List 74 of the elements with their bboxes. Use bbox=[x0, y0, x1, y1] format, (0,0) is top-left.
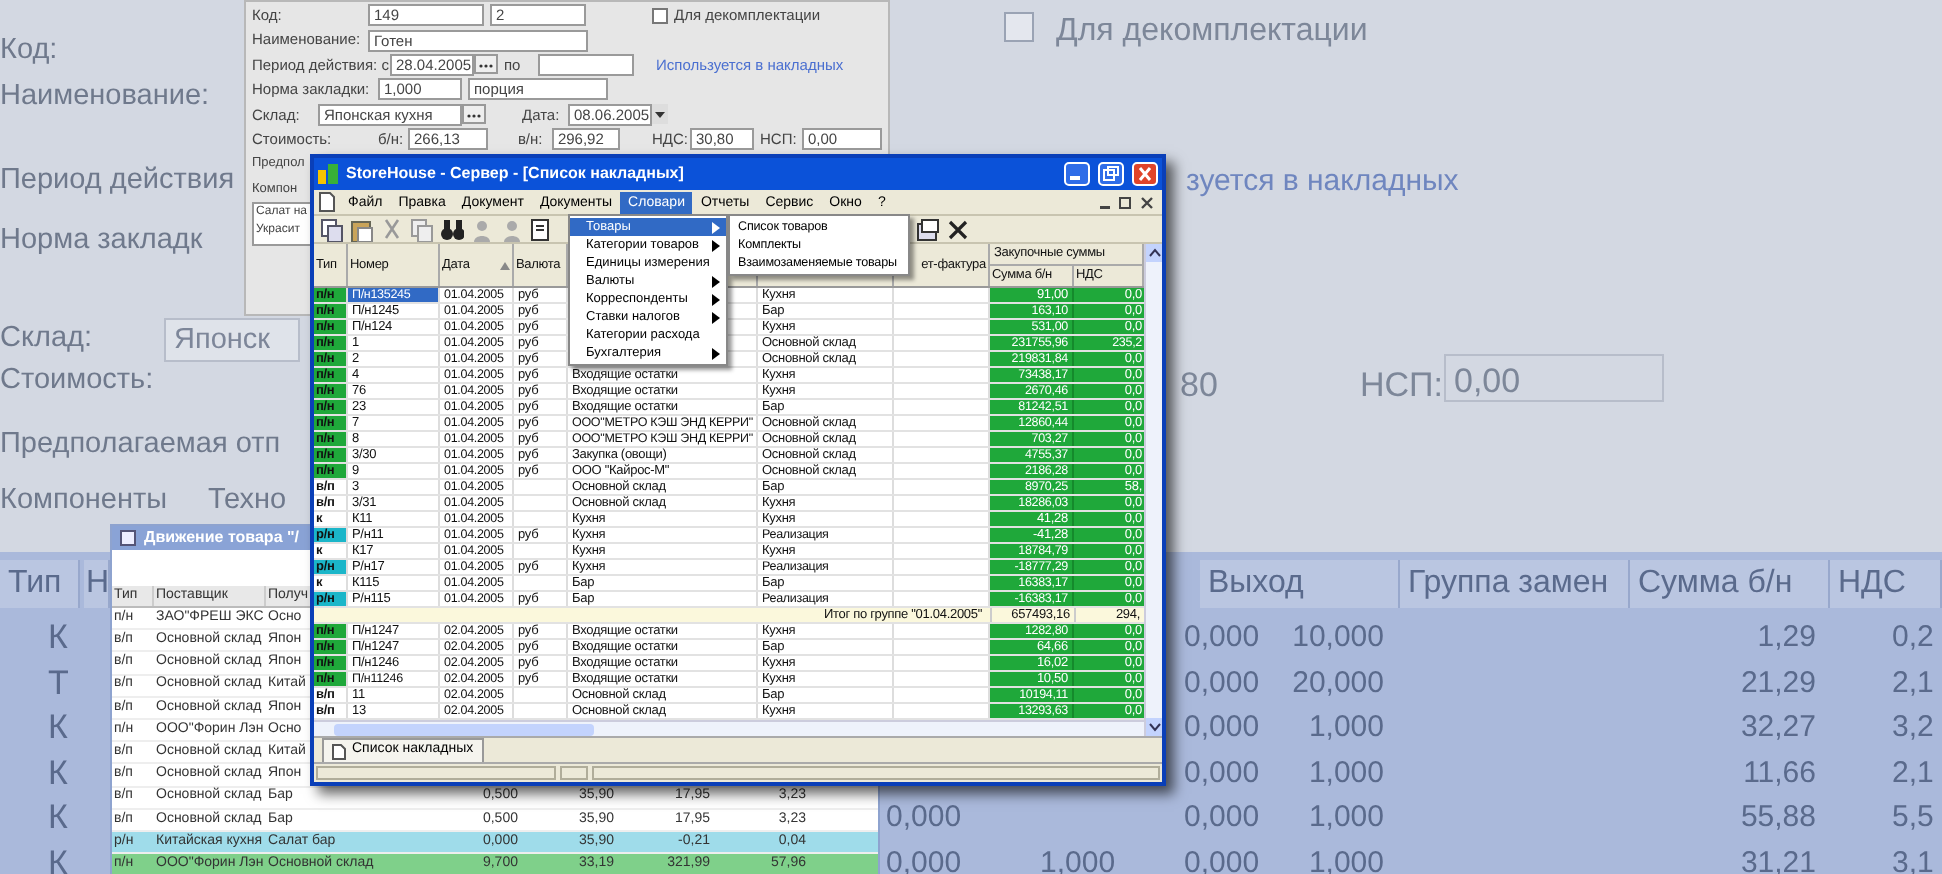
table-cell-text: 2,1 bbox=[1892, 663, 1934, 703]
table-cell-text: 11,66 bbox=[1741, 753, 1816, 793]
windows-icon[interactable] bbox=[916, 217, 940, 241]
form-label: Компоненты bbox=[0, 482, 168, 520]
warehouse-field: Японск bbox=[164, 318, 300, 362]
window-title: Движение товара "/ bbox=[144, 526, 300, 550]
table-cell-text: 0,000 bbox=[1184, 798, 1260, 838]
sort-icon[interactable] bbox=[500, 261, 510, 269]
form-label: Норма закладк bbox=[0, 222, 203, 260]
app-icon bbox=[318, 164, 338, 184]
form-label: Предполагаемая отп bbox=[0, 426, 281, 464]
binoculars-icon[interactable] bbox=[440, 217, 464, 241]
document-icon[interactable] bbox=[530, 217, 554, 241]
scroll-up-icon[interactable] bbox=[1146, 244, 1162, 262]
table-cell-text: 5,5 bbox=[1892, 798, 1934, 838]
browse-button[interactable] bbox=[474, 54, 498, 75]
form-label: Стоимость: bbox=[0, 362, 154, 400]
nsp-label: НСП: bbox=[1360, 364, 1443, 408]
form-label: Период действия bbox=[0, 162, 235, 200]
table-cell-text: К bbox=[48, 796, 68, 840]
document-icon bbox=[332, 743, 346, 759]
table-cell-text: К bbox=[48, 841, 68, 874]
checkbox[interactable] bbox=[652, 7, 668, 24]
column-header: Группа замен bbox=[1400, 560, 1630, 608]
horizontal-scrollbar[interactable] bbox=[314, 720, 1144, 736]
table-cell-text: 0,000 bbox=[886, 798, 962, 838]
column-header: НДС bbox=[1830, 560, 1942, 608]
table-cell-text: 32,27 bbox=[1738, 708, 1816, 748]
form-label: Техно bbox=[208, 482, 287, 520]
vertical-scrollbar[interactable] bbox=[1144, 244, 1162, 736]
cost-value: 80 bbox=[1180, 364, 1218, 408]
restore-icon[interactable] bbox=[1098, 162, 1124, 186]
checkbox[interactable] bbox=[1004, 12, 1034, 42]
column-header: Выход bbox=[1200, 560, 1400, 608]
table-cell-text: 20,000 bbox=[1290, 663, 1384, 703]
form-label: Наименование: bbox=[0, 78, 210, 116]
checkbox-label: Для декомплектации bbox=[1056, 12, 1368, 52]
table-cell-text: 1,29 bbox=[1755, 618, 1816, 658]
status-panel bbox=[560, 766, 588, 780]
close-icon[interactable] bbox=[946, 217, 970, 241]
column-header: Сумма б/н bbox=[1630, 560, 1830, 608]
table-cell-text: К bbox=[48, 706, 68, 750]
table-cell-text: 0,000 bbox=[1184, 708, 1260, 748]
scroll-down-icon[interactable] bbox=[1146, 718, 1162, 736]
copy-icon[interactable] bbox=[320, 217, 344, 241]
table-cell-text: 21,29 bbox=[1738, 663, 1816, 703]
document-icon bbox=[318, 192, 336, 212]
table-cell-text: 55,88 bbox=[1738, 798, 1816, 838]
table-cell-text: 0,000 bbox=[1184, 753, 1260, 793]
paste-icon[interactable] bbox=[350, 217, 374, 241]
browse-button[interactable] bbox=[462, 104, 486, 125]
window-controls-icon[interactable] bbox=[1098, 194, 1154, 210]
form-label: Код: bbox=[0, 32, 58, 70]
dropdown-button[interactable] bbox=[652, 104, 668, 125]
table-cell-text: 2,1 bbox=[1892, 753, 1934, 793]
input-field[interactable] bbox=[538, 53, 634, 76]
window-icon bbox=[120, 530, 136, 546]
minimize-icon[interactable] bbox=[1064, 162, 1090, 186]
nsp-field: 0,00 bbox=[1444, 354, 1664, 402]
form-label: Склад: bbox=[0, 320, 92, 358]
table-cell-text: 1,000 bbox=[1306, 753, 1384, 793]
table-cell-text: 3,2 bbox=[1892, 708, 1934, 748]
table-cell-text: 0,000 bbox=[1184, 663, 1260, 703]
table-cell-text: К bbox=[48, 616, 68, 660]
table-cell-text: 0,000 bbox=[1184, 618, 1260, 658]
table-cell-text: 10,000 bbox=[1290, 618, 1384, 658]
table-cell-text: 0,2 bbox=[1892, 618, 1934, 658]
column-header: Тип bbox=[0, 560, 80, 608]
table-cell-text: 1,000 bbox=[1306, 798, 1384, 838]
table-cell-text: Т bbox=[48, 661, 69, 705]
column-header: Н bbox=[84, 560, 110, 608]
table-cell-text: К bbox=[48, 751, 68, 795]
window-title: StoreHouse - Сервер - [Список накладных] bbox=[346, 162, 686, 186]
table-cell-text: 1,000 bbox=[1306, 708, 1384, 748]
